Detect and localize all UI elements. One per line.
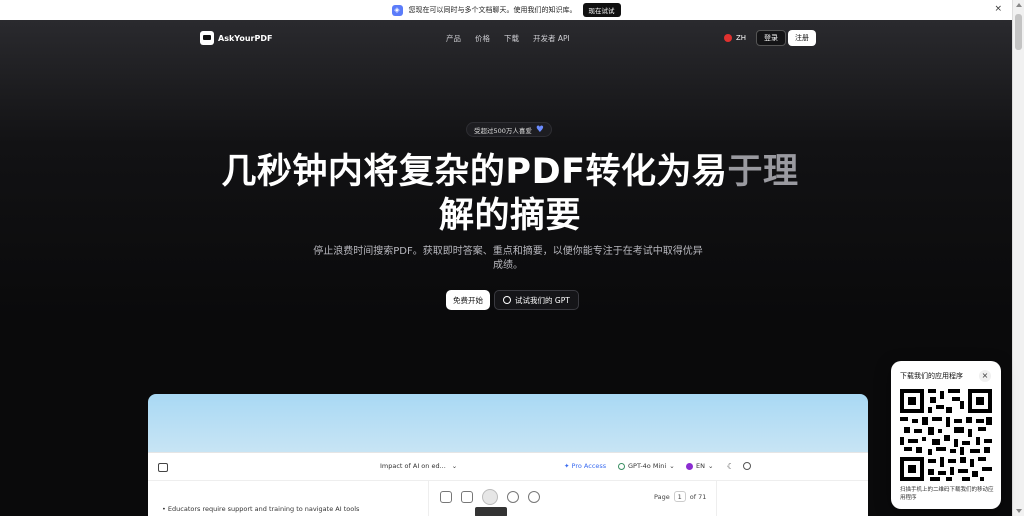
close-icon[interactable]: ×	[979, 370, 991, 382]
summary-bullet-text: Educators require support and training t…	[167, 505, 360, 513]
pro-access-label: Pro Access	[571, 462, 607, 470]
scrollbar[interactable]	[1012, 0, 1024, 516]
model-label: GPT-4o Mini	[628, 462, 667, 470]
popup-caption: 扫描手机上的二维码下载我们的移动应用程序	[900, 487, 994, 501]
try-gpt-label: 试试我们的 GPT	[515, 295, 570, 305]
start-free-button[interactable]: 免费开始	[446, 290, 490, 310]
chevron-down-icon: ⌄	[669, 462, 675, 470]
preview-toolbar: Impact of AI on ed... ⌄ ✦ Pro Access GPT…	[148, 453, 868, 481]
nav-link-download[interactable]: 下载	[504, 33, 519, 44]
globe-icon	[686, 462, 693, 470]
page-number-input[interactable]: 1	[673, 491, 686, 502]
preview-language-selector[interactable]: EN ⌄	[686, 462, 713, 470]
brand-name: AskYourPDF	[218, 33, 273, 43]
pdf-toolbar	[440, 489, 540, 505]
model-selector[interactable]: GPT-4o Mini ⌄	[618, 462, 675, 470]
nav-link-pricing[interactable]: 价格	[475, 33, 490, 44]
document-tool-icon[interactable]	[461, 491, 473, 503]
headline-part-main: 几秒钟内将复杂的PDF转化为易	[221, 152, 728, 192]
page-total: of 71	[689, 492, 707, 501]
headline-line-2: 解的摘要	[438, 196, 581, 236]
language-label: ZH	[736, 34, 747, 42]
model-icon	[618, 462, 625, 470]
tooltip	[475, 507, 507, 516]
page-label: Page	[654, 492, 670, 501]
page-title: 几秒钟内将复杂的PDF转化为易于理 解的摘要	[212, 150, 808, 238]
popup-title: 下载我们的应用程序	[900, 372, 963, 380]
heart-icon: ♥	[535, 124, 544, 135]
try-now-button[interactable]: 现在试试	[582, 3, 621, 17]
nav-link-developer-api[interactable]: 开发者 API	[533, 33, 570, 44]
announcement-text: 您现在可以同时与多个文档聊天。使用我们的知识库。	[408, 6, 577, 14]
sparkle-icon: ✦	[564, 462, 570, 470]
document-title: Impact of AI on ed...	[380, 462, 446, 470]
panel-divider	[428, 481, 429, 516]
preview-app-window: Impact of AI on ed... ⌄ ✦ Pro Access GPT…	[148, 452, 868, 516]
scroll-down-icon[interactable]	[1016, 509, 1022, 513]
document-selector[interactable]: Impact of AI on ed... ⌄	[380, 462, 457, 470]
summary-bullet: • Educators require support and training…	[162, 505, 360, 513]
flag-icon	[724, 34, 732, 42]
panel-divider	[716, 481, 717, 516]
brand-logo[interactable]: AskYourPDF	[200, 31, 272, 45]
chevron-down-icon: ⌄	[707, 462, 714, 470]
login-button[interactable]: 登录	[756, 30, 786, 46]
hero-subtitle: 停止浪费时间搜索PDF。获取即时答案、重点和摘要，以便你能专注于在考试中取得优异…	[313, 246, 703, 271]
page-indicator: Page 1 of 71	[654, 491, 706, 502]
social-proof-badge: 受超过500万人喜爱 ♥	[466, 122, 552, 137]
select-tool-icon[interactable]	[440, 491, 452, 503]
badge-text: 受超过500万人喜爱	[474, 126, 532, 135]
preview-language-label: EN	[696, 462, 705, 470]
pro-access-link[interactable]: ✦ Pro Access	[564, 462, 606, 470]
announcement-icon: ◈	[391, 4, 403, 16]
scrollbar-thumb[interactable]	[1015, 14, 1022, 50]
moon-icon[interactable]: ☾	[727, 462, 734, 471]
app-download-popup: 下载我们的应用程序 × 扫描手机上的二维码下载我们的移动应用程序	[891, 361, 1001, 509]
sidebar-toggle-icon[interactable]	[158, 463, 168, 472]
logo-icon	[200, 31, 214, 45]
hand-tool-icon[interactable]	[482, 489, 498, 505]
nav-links: 产品 价格 下载 开发者 API	[446, 33, 570, 44]
app-preview: Impact of AI on ed... ⌄ ✦ Pro Access GPT…	[148, 394, 868, 516]
headline-part-fade: 于理	[727, 152, 799, 192]
help-icon[interactable]	[743, 462, 751, 470]
try-gpt-button[interactable]: 试试我们的 GPT	[494, 290, 579, 310]
register-button[interactable]: 注册	[788, 30, 816, 46]
zoom-out-icon[interactable]	[528, 491, 540, 503]
navbar: AskYourPDF 产品 价格 下载 开发者 API ZH 登录 注册	[0, 20, 1012, 58]
nav-link-products[interactable]: 产品	[446, 33, 461, 44]
announcement-bar: ◈ 您现在可以同时与多个文档聊天。使用我们的知识库。 现在试试 ×	[0, 0, 1012, 20]
scroll-up-icon[interactable]	[1016, 3, 1022, 7]
openai-icon	[503, 296, 511, 304]
qr-code	[900, 389, 992, 481]
zoom-in-icon[interactable]	[507, 491, 519, 503]
language-selector[interactable]: ZH	[724, 34, 746, 42]
chevron-down-icon: ⌄	[451, 462, 458, 470]
close-icon[interactable]: ×	[994, 4, 1002, 14]
